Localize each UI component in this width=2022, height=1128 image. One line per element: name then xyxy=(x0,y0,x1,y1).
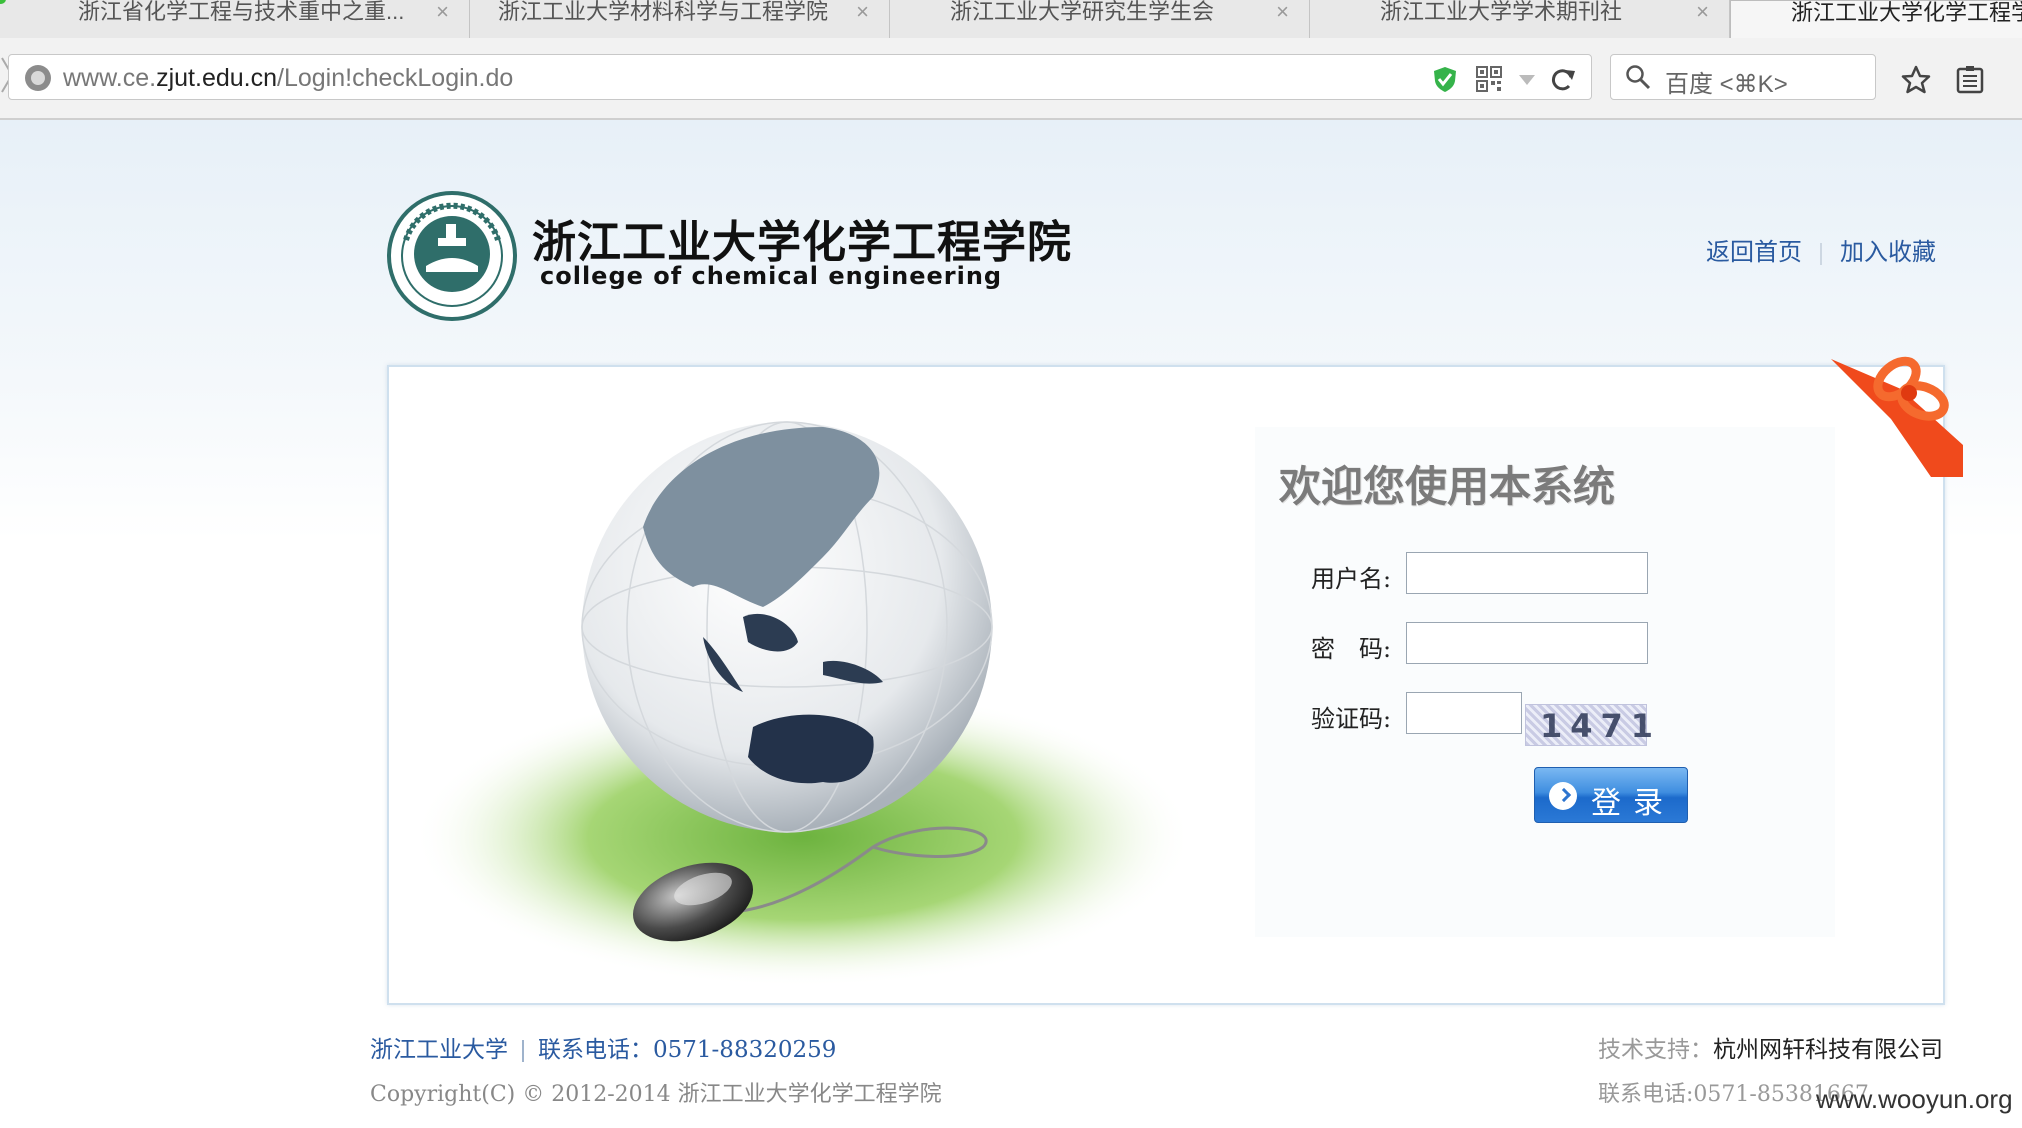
address-bar[interactable]: www.ce.zjut.edu.cn/Login!checkLogin.do xyxy=(8,54,1592,100)
url-path: /Login!checkLogin.do xyxy=(277,64,514,92)
link-divider xyxy=(1820,242,1822,265)
password-label: 密 码: xyxy=(1311,635,1392,663)
college-logo xyxy=(387,191,517,321)
search-icon xyxy=(1626,65,1651,90)
url-text[interactable]: www.ce.zjut.edu.cn/Login!checkLogin.do xyxy=(63,64,513,93)
search-bar[interactable]: 百度 <⌘K> xyxy=(1610,54,1876,100)
password-input[interactable] xyxy=(1406,622,1648,664)
footer-phone: 联系电话：0571-88320259 xyxy=(538,1037,837,1063)
captcha-label: 验证码: xyxy=(1311,705,1392,733)
captcha-text: 1471 xyxy=(1540,707,1662,745)
tab-title: 浙江省化学工程与技术重中之重... xyxy=(78,0,405,24)
tab-title: 浙江工业大学化学工程学 xyxy=(1791,0,2022,25)
support-company: 杭州网轩科技有限公司 xyxy=(1713,1037,1943,1063)
browser-nav-bar: www.ce.zjut.edu.cn/Login!checkLogin.do 百… xyxy=(0,38,2022,120)
qrcode-icon[interactable] xyxy=(1475,65,1503,93)
url-prefix: www.ce. xyxy=(63,64,157,92)
ribbon-decoration xyxy=(1831,356,1963,477)
login-button[interactable]: 登录 xyxy=(1534,767,1688,823)
tab-title: 浙江工业大学研究生学生会 xyxy=(950,0,1215,24)
tab-close-icon[interactable]: × xyxy=(1276,0,1289,24)
star-icon[interactable] xyxy=(1900,64,1932,96)
browser-tab[interactable]: 浙江工业大学材料科学与工程学院 × xyxy=(470,0,890,38)
browser-tab[interactable]: 浙江省化学工程与技术重中之重... × xyxy=(0,0,470,38)
tab-close-icon[interactable]: × xyxy=(856,0,869,24)
browser-tab-active[interactable]: 浙江工业大学化学工程学 xyxy=(1730,0,2022,38)
login-box: 欢迎您使用本系统 用户名: 密 码: 验证码: 1471 登录 xyxy=(387,356,1963,1005)
site-subtitle: college of chemical engineering xyxy=(540,262,1003,290)
header-links: 返回首页 加入收藏 xyxy=(1706,232,1936,267)
add-favorite-link[interactable]: 加入收藏 xyxy=(1840,239,1936,266)
captcha-input[interactable] xyxy=(1406,692,1522,734)
globe-icon xyxy=(25,65,51,91)
browser-tab[interactable]: 浙江工业大学研究生学生会 × xyxy=(890,0,1310,38)
dropdown-triangle-icon[interactable] xyxy=(1513,65,1541,93)
captcha-image[interactable]: 1471 xyxy=(1525,704,1653,746)
site-title: 浙江工业大学化学工程学院 xyxy=(532,217,1072,268)
search-placeholder: 百度 <⌘K> xyxy=(1665,71,1788,98)
page-body: 浙江工业大学化学工程学院 college of chemical enginee… xyxy=(0,120,2022,1128)
arrow-right-icon xyxy=(1549,782,1577,810)
login-button-label: 登录 xyxy=(1591,786,1675,821)
browser-tab[interactable]: 浙江工业大学学术期刊社 × xyxy=(1310,0,1730,38)
footer-divider xyxy=(522,1040,524,1062)
footer-support: 技术支持：杭州网轩科技有限公司 xyxy=(1598,1030,1943,1064)
footer-contact: 浙江工业大学 联系电话：0571-88320259 xyxy=(370,1030,836,1064)
reload-icon[interactable] xyxy=(1549,65,1577,93)
support-label: 技术支持： xyxy=(1598,1037,1713,1063)
username-label: 用户名: xyxy=(1311,565,1392,593)
reading-list-icon[interactable] xyxy=(1954,64,1986,96)
welcome-heading: 欢迎您使用本系统 xyxy=(1279,462,1616,511)
shield-check-icon[interactable] xyxy=(1431,65,1459,93)
browser-tab-bar: 浙江省化学工程与技术重中之重... × 浙江工业大学材料科学与工程学院 × 浙江… xyxy=(0,0,2022,39)
tab-title: 浙江工业大学学术期刊社 xyxy=(1380,0,1623,24)
url-domain: zjut.edu.cn xyxy=(156,64,278,92)
tab-close-icon[interactable]: × xyxy=(1696,0,1709,24)
footer-copyright: Copyright(C) © 2012-2014 浙江工业大学化学工程学院 xyxy=(370,1082,942,1107)
watermark: www.wooyun.org xyxy=(1816,1084,2013,1114)
username-input[interactable] xyxy=(1406,552,1648,594)
footer-university[interactable]: 浙江工业大学 xyxy=(370,1037,508,1063)
home-link[interactable]: 返回首页 xyxy=(1706,239,1802,266)
globe-mouse-illustration xyxy=(413,421,1183,987)
tab-close-icon[interactable]: × xyxy=(436,0,449,24)
tab-title: 浙江工业大学材料科学与工程学院 xyxy=(498,0,829,24)
